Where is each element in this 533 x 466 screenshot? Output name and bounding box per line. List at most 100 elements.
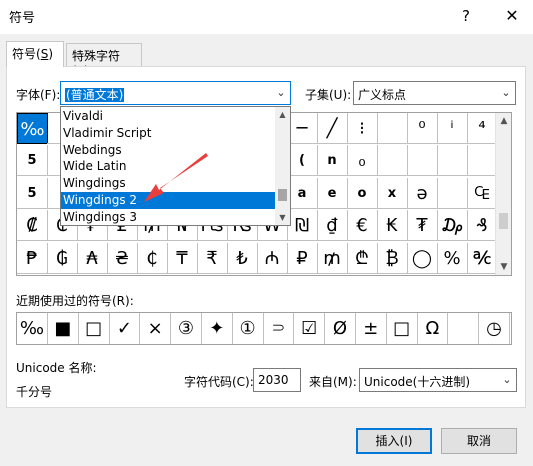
help-icon[interactable]: ?	[456, 4, 476, 28]
symbol-cell[interactable]: x	[377, 177, 408, 209]
scroll-down-icon[interactable]: ▼	[496, 259, 512, 275]
font-option[interactable]: Wingdings 2	[61, 192, 277, 209]
scroll-thumb[interactable]	[278, 189, 287, 201]
recent-symbol-cell[interactable]: ⸧	[263, 313, 295, 344]
symbol-cell[interactable]: ◯	[407, 242, 438, 274]
symbol-cell[interactable]: ₪	[287, 210, 318, 242]
symbol-cell[interactable]: (	[287, 145, 318, 177]
symbol-cell[interactable]: ₴	[107, 242, 138, 274]
symbol-cell[interactable]: o	[347, 177, 378, 209]
symbol-cell[interactable]: ₽	[287, 242, 318, 274]
recent-symbol-cell[interactable]: ×	[140, 313, 172, 344]
font-option[interactable]: Wingdings	[61, 175, 277, 192]
cancel-button[interactable]: 取消	[441, 428, 517, 454]
symbol-cell[interactable]: ₭	[377, 210, 408, 242]
recent-symbol-cell[interactable]: Ω	[417, 313, 449, 344]
symbol-cell[interactable]: %	[437, 242, 468, 274]
symbol-cell[interactable]: ₀	[347, 145, 378, 177]
recent-symbol-cell[interactable]: Ø	[325, 313, 356, 344]
symbol-cell[interactable]: ╱	[317, 113, 348, 144]
recent-symbol-cell[interactable]: ✦	[202, 313, 233, 344]
recent-symbol-cell[interactable]: ③	[171, 313, 202, 344]
recent-symbol-cell[interactable]: ☑	[294, 313, 326, 344]
symbol-cell[interactable]: ₿	[377, 242, 408, 274]
symbol-cell[interactable]: ₠	[467, 177, 498, 209]
symbol-cell[interactable]: a	[287, 177, 318, 209]
close-icon[interactable]: ✕	[500, 4, 524, 28]
symbol-cell[interactable]: ₮	[407, 210, 438, 242]
symbol-cell[interactable]: 5	[17, 177, 48, 209]
symbol-cell[interactable]	[377, 113, 408, 144]
symbol-cell[interactable]	[437, 177, 468, 209]
symbol-cell[interactable]: ‰	[17, 113, 48, 144]
symbol-cell[interactable]: ₼	[257, 242, 288, 274]
symbol-cell[interactable]: ⁴	[467, 113, 498, 144]
symbol-cell[interactable]: ₱	[17, 242, 48, 274]
recent-symbol-cell[interactable]: ■	[48, 313, 79, 344]
font-option[interactable]: Webdings	[61, 142, 277, 159]
recent-symbols-label: 近期使用过的符号(R):	[16, 294, 134, 308]
symbol-cell[interactable]: e	[317, 177, 348, 209]
chevron-down-icon[interactable]: ⌄	[497, 82, 515, 104]
font-option[interactable]: Wingdings 3	[61, 209, 277, 225]
recent-symbol-cell[interactable]: □	[387, 313, 418, 344]
symbol-cell[interactable]: ₡	[17, 210, 48, 242]
tab-special-characters[interactable]: 特殊字符(P)	[66, 43, 142, 78]
symbol-cell[interactable]: ₫	[317, 210, 348, 242]
recent-symbol-cell[interactable]	[448, 313, 480, 344]
scroll-down-icon[interactable]: ▼	[275, 210, 290, 225]
from-select[interactable]: Unicode(十六进制) ⌄	[359, 368, 517, 392]
symbol-cell[interactable]: ə	[407, 177, 438, 209]
from-label: 来自(M):	[309, 375, 357, 389]
recent-symbol-cell[interactable]: ‰	[17, 313, 48, 344]
font-option[interactable]: Vladimir Script	[61, 125, 277, 142]
recent-symbol-cell[interactable]: ◷	[479, 313, 510, 344]
font-option[interactable]: Wide Latin	[61, 158, 277, 175]
chevron-down-icon[interactable]: ⌄	[498, 369, 516, 391]
symbol-cell[interactable]: ₳	[77, 242, 108, 274]
chevron-down-icon[interactable]: ⌄	[272, 82, 290, 104]
tab-symbols[interactable]: 符号(S)	[6, 41, 64, 67]
symbol-cell[interactable]: €	[347, 210, 378, 242]
symbol-cell[interactable]: ℀	[467, 242, 498, 274]
recent-symbol-cell[interactable]: □	[79, 313, 110, 344]
font-label: 字体(F):	[16, 88, 61, 102]
symbol-cell[interactable]: ₯	[437, 210, 468, 242]
title-bar: 符号 ? ✕	[0, 0, 533, 34]
symbol-cell[interactable]	[467, 145, 498, 177]
scroll-up-icon[interactable]: ▲	[496, 113, 512, 129]
symbol-cell[interactable]: 5	[17, 145, 48, 177]
symbol-cell[interactable]	[407, 145, 438, 177]
symbol-cell[interactable]: ₸	[167, 242, 198, 274]
font-dropdown-scrollbar[interactable]: ▲ ▼	[275, 107, 290, 225]
char-code-input[interactable]: 2030	[253, 368, 301, 392]
symbol-cell[interactable]: ₹	[197, 242, 228, 274]
font-select-value: (普通文本)	[65, 88, 125, 102]
symbol-cell[interactable]: ─	[287, 113, 318, 144]
symbol-grid-scrollbar[interactable]: ▲ ▼	[495, 113, 511, 275]
symbol-cell[interactable]: ₾	[347, 242, 378, 274]
scroll-thumb[interactable]	[499, 213, 508, 229]
symbol-cell[interactable]: ⁰	[407, 113, 438, 144]
symbol-cell[interactable]: ₵	[137, 242, 168, 274]
symbol-cell[interactable]: n	[317, 145, 348, 177]
symbol-cell[interactable]: ₰	[467, 210, 498, 242]
scroll-up-icon[interactable]: ▲	[275, 107, 290, 122]
recent-symbols: ‰ ■ □ ✓ × ③ ✦ ① ⸧ ☑ Ø ± □ Ω ◷	[16, 312, 512, 345]
recent-symbol-cell[interactable]: ①	[233, 313, 264, 344]
symbol-cell[interactable]	[377, 145, 408, 177]
dialog-title: 符号	[9, 11, 36, 26]
font-option[interactable]: Vivaldi	[61, 108, 277, 125]
symbol-cell[interactable]	[437, 145, 468, 177]
font-select[interactable]: (普通文本) ⌄	[60, 81, 291, 105]
insert-button[interactable]: 插入(I)	[356, 428, 432, 454]
symbol-cell[interactable]: ⁝	[347, 113, 378, 144]
subset-select[interactable]: 广义标点 ⌄	[353, 81, 516, 105]
recent-symbol-cell[interactable]: ±	[356, 313, 387, 344]
symbol-cell[interactable]: ₥	[317, 242, 348, 274]
symbol-cell[interactable]: ₺	[227, 242, 258, 274]
symbol-cell[interactable]: ⁱ	[437, 113, 468, 144]
recent-symbol-cell[interactable]: ✓	[109, 313, 141, 344]
symbol-cell[interactable]: ₲	[47, 242, 78, 274]
font-dropdown-list: Vivaldi Vladimir Script Webdings Wide Latin…	[60, 106, 291, 226]
